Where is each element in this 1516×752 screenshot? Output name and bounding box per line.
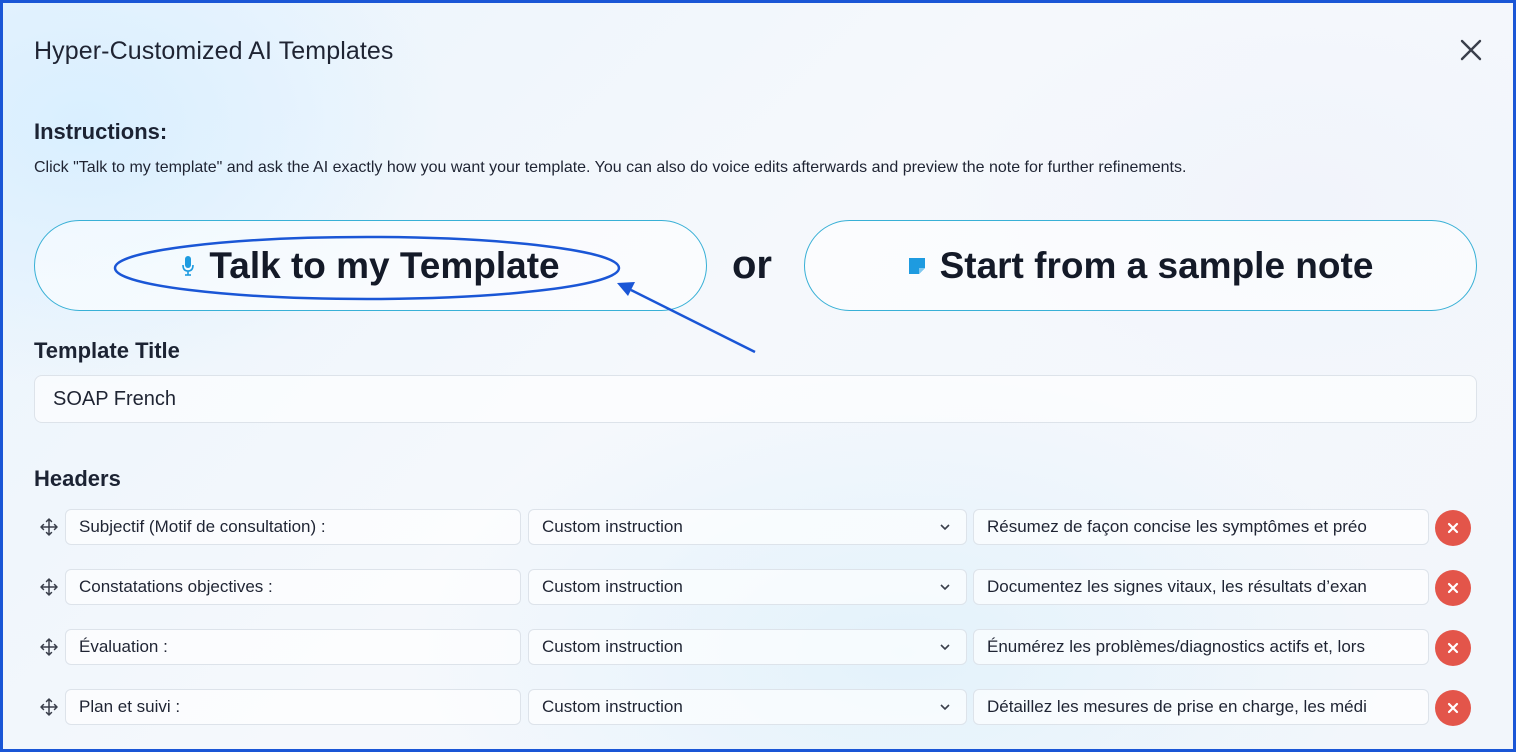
header-type-value: Custom instruction xyxy=(542,517,683,536)
delete-row-button[interactable] xyxy=(1435,630,1471,666)
header-instruction-text: Documentez les signes vitaux, les résult… xyxy=(987,577,1367,596)
instructions-text: Click "Talk to my template" and ask the … xyxy=(34,159,1187,176)
chevron-down-icon xyxy=(940,584,950,591)
talk-to-template-label: Talk to my Template xyxy=(209,244,560,286)
drag-handle-icon[interactable] xyxy=(39,577,59,597)
header-name-input[interactable]: Plan et suivi : xyxy=(65,689,521,725)
or-separator: or xyxy=(732,243,772,287)
header-name-input[interactable]: Subjectif (Motif de consultation) : xyxy=(65,509,521,545)
delete-icon xyxy=(1447,702,1459,714)
header-instruction-input[interactable]: Documentez les signes vitaux, les résult… xyxy=(973,569,1429,605)
drag-handle-icon[interactable] xyxy=(39,637,59,657)
delete-icon xyxy=(1447,642,1459,654)
header-row: Évaluation : Custom instruction Énumérez… xyxy=(3,629,1513,667)
modal-dialog: Hyper-Customized AI Templates Instructio… xyxy=(0,0,1516,752)
header-type-value: Custom instruction xyxy=(542,577,683,596)
chevron-down-icon xyxy=(940,704,950,711)
header-row: Constatations objectives : Custom instru… xyxy=(3,569,1513,607)
header-name-input[interactable]: Constatations objectives : xyxy=(65,569,521,605)
template-title-input[interactable]: SOAP French xyxy=(34,375,1477,423)
delete-row-button[interactable] xyxy=(1435,570,1471,606)
delete-row-button[interactable] xyxy=(1435,690,1471,726)
header-instruction-text: Détaillez les mesures de prise en charge… xyxy=(987,697,1367,716)
delete-icon xyxy=(1447,522,1459,534)
template-title-label: Template Title xyxy=(34,338,180,363)
close-button[interactable] xyxy=(1455,34,1487,66)
note-icon xyxy=(908,257,926,275)
header-instruction-text: Résumez de façon concise les symptômes e… xyxy=(987,517,1367,536)
delete-icon xyxy=(1447,582,1459,594)
talk-to-template-button[interactable]: Talk to my Template xyxy=(34,220,707,311)
delete-row-button[interactable] xyxy=(1435,510,1471,546)
header-instruction-input[interactable]: Résumez de façon concise les symptômes e… xyxy=(973,509,1429,545)
header-type-value: Custom instruction xyxy=(542,637,683,656)
microphone-icon xyxy=(181,255,195,277)
start-from-sample-button[interactable]: Start from a sample note xyxy=(804,220,1477,311)
headers-label: Headers xyxy=(34,466,121,491)
instructions-heading: Instructions: xyxy=(34,119,168,144)
header-name-input[interactable]: Évaluation : xyxy=(65,629,521,665)
dialog-title: Hyper-Customized AI Templates xyxy=(34,37,394,65)
header-type-select[interactable]: Custom instruction xyxy=(528,629,967,665)
header-row: Plan et suivi : Custom instruction Détai… xyxy=(3,689,1513,727)
header-type-select[interactable]: Custom instruction xyxy=(528,689,967,725)
chevron-down-icon xyxy=(940,644,950,651)
drag-handle-icon[interactable] xyxy=(39,517,59,537)
header-instruction-input[interactable]: Détaillez les mesures de prise en charge… xyxy=(973,689,1429,725)
header-instruction-text: Énumérez les problèmes/diagnostics actif… xyxy=(987,637,1365,656)
drag-handle-icon[interactable] xyxy=(39,697,59,717)
header-type-select[interactable]: Custom instruction xyxy=(528,569,967,605)
header-type-select[interactable]: Custom instruction xyxy=(528,509,967,545)
header-row: Subjectif (Motif de consultation) : Cust… xyxy=(3,509,1513,547)
header-instruction-input[interactable]: Énumérez les problèmes/diagnostics actif… xyxy=(973,629,1429,665)
chevron-down-icon xyxy=(940,524,950,531)
header-type-value: Custom instruction xyxy=(542,697,683,716)
start-from-sample-label: Start from a sample note xyxy=(939,244,1374,286)
close-icon xyxy=(1460,39,1482,61)
